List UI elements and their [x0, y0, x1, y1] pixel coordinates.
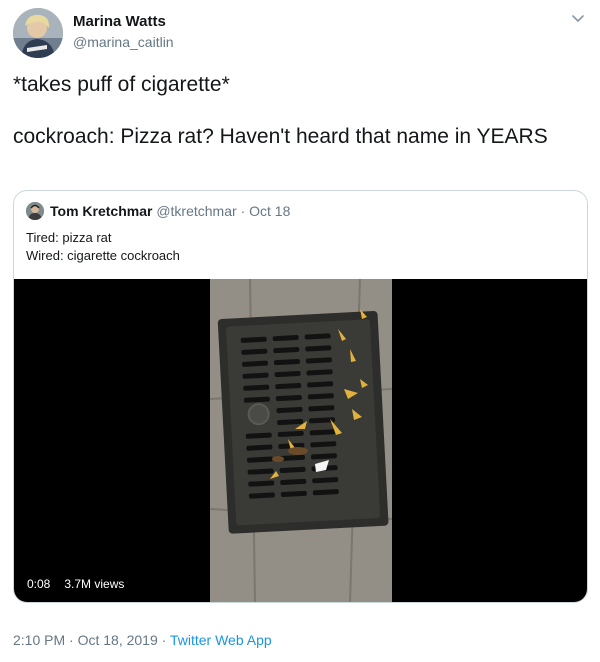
separator-dot: ·: [240, 203, 246, 219]
tweet-date[interactable]: Oct 18, 2019: [78, 632, 158, 648]
tweet-text-line: *takes puff of cigarette*: [13, 73, 230, 96]
video-badges: 0:08 3.7M views: [22, 574, 130, 594]
video-duration: 0:08: [22, 574, 56, 594]
chevron-down-icon[interactable]: [570, 10, 586, 26]
tweet-time[interactable]: 2:10 PM: [13, 632, 65, 648]
author-name[interactable]: Marina Watts: [73, 13, 166, 30]
author-avatar[interactable]: [13, 8, 63, 58]
video-frame: [210, 279, 392, 602]
quoted-tweet[interactable]: Tom Kretchmar @tkretchmar · Oct 18 Tired…: [13, 190, 588, 603]
author-handle[interactable]: @marina_caitlin: [73, 34, 174, 50]
tweet-meta: 2:10 PM · Oct 18, 2019 · Twitter Web App: [13, 632, 272, 648]
separator-dot: ·: [161, 632, 167, 648]
tweet-text-line: cockroach: Pizza rat? Haven't heard that…: [13, 125, 548, 148]
quoted-author-name[interactable]: Tom Kretchmar: [50, 203, 152, 219]
tweet-card: Marina Watts @marina_caitlin *takes puff…: [0, 0, 600, 662]
video-views: 3.7M views: [59, 574, 130, 594]
quoted-author-handle[interactable]: @tkretchmar: [156, 203, 236, 219]
quoted-text-line: Wired: cigarette cockroach: [26, 248, 180, 263]
video-player[interactable]: 0:08 3.7M views: [14, 279, 587, 602]
source-app-link[interactable]: Twitter Web App: [170, 632, 272, 648]
quoted-avatar-image: [26, 202, 44, 220]
quoted-author-avatar[interactable]: [26, 202, 44, 220]
tweet-text: *takes puff of cigarette* cockroach: Piz…: [13, 72, 588, 150]
quoted-text: Tired: pizza rat Wired: cigarette cockro…: [26, 229, 180, 265]
avatar-image: [13, 8, 63, 58]
quoted-text-line: Tired: pizza rat: [26, 230, 112, 245]
separator-dot: ·: [69, 632, 74, 648]
quoted-header: Tom Kretchmar @tkretchmar · Oct 18: [50, 203, 290, 219]
quoted-date[interactable]: Oct 18: [249, 203, 290, 219]
